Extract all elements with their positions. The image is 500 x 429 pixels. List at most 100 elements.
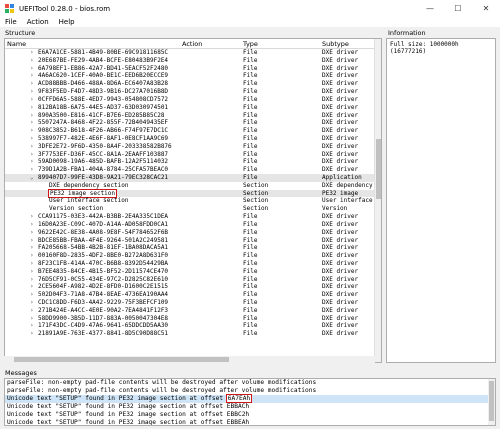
tree-row[interactable]: › 538997F7-482E-4E6F-8AF1-0E8CF1AA9C69 Fil…	[5, 135, 381, 143]
message-item[interactable]: parseFile: non-empty pad-file contents w…	[5, 379, 495, 387]
minimize-button[interactable]: —	[416, 0, 444, 17]
tree-row[interactable]: › ACD88BBB-D466-488A-8D6A-EC6407A83B28 Fil…	[5, 80, 381, 88]
expand-arrow-icon[interactable]: ›	[30, 315, 34, 323]
expand-arrow-icon[interactable]: ›	[30, 330, 34, 338]
tree-row[interactable]: › 58DD9900-3B5D-11D7-883A-0050047304E8 Fil…	[5, 315, 381, 323]
expand-arrow-icon[interactable]: ›	[30, 237, 34, 245]
expand-arrow-icon[interactable]: ›	[30, 127, 34, 135]
tree-row-type: File	[243, 322, 258, 330]
collapse-arrow-icon[interactable]: ⌄	[30, 174, 34, 182]
column-action[interactable]: Action	[182, 40, 202, 48]
expand-arrow-icon[interactable]: ›	[30, 260, 34, 268]
column-name[interactable]: Name	[7, 40, 26, 48]
expand-arrow-icon[interactable]: ›	[30, 135, 34, 143]
tree-row[interactable]: › 890A3500-E816-41CF-B7E6-ED285B85C28 File…	[5, 112, 381, 120]
tree-row-name: 2CE5604F-A982-4D2E-8FD0-D1600C2E1515	[38, 283, 169, 291]
tree-row[interactable]: › 20E687BE-FE29-4AB4-BCFE-E80483B9F2E4 Fil…	[5, 57, 381, 65]
maximize-button[interactable]: ☐	[444, 0, 472, 17]
expand-arrow-icon[interactable]: ›	[30, 283, 34, 291]
message-item[interactable]: Unicode text "SETUP" found in PE32 image…	[5, 419, 495, 425]
menu-action[interactable]: Action	[27, 18, 49, 26]
tree-row-subtype: DXE driver	[322, 142, 359, 150]
tree-row[interactable]: › 00160F8D-2835-4DF2-8BE0-B272A8D631F0 Fil…	[5, 252, 381, 260]
column-type[interactable]: Type	[243, 40, 258, 48]
expand-arrow-icon[interactable]: ›	[30, 299, 34, 307]
tree-horizontal-scrollbar[interactable]	[4, 356, 375, 363]
expand-arrow-icon[interactable]: ›	[30, 80, 34, 88]
messages-scrollbar[interactable]	[488, 379, 495, 425]
expand-arrow-icon[interactable]: ›	[30, 276, 34, 284]
tree-row[interactable]: › BDCE85BB-FBAA-4F4E-9264-501A2C249581 Fil…	[5, 237, 381, 245]
tree-row[interactable]: › 908C3852-B618-4F26-AB66-F74F97E7DC1C Fil…	[5, 127, 381, 135]
tree-row-name: 5507247A-8468-4F22-855F-72B4049435EF	[38, 119, 169, 127]
expand-arrow-icon[interactable]: ›	[30, 268, 34, 276]
close-button[interactable]: ✕	[472, 0, 500, 17]
tree-row[interactable]: › 8F23C1FB-414A-470C-B6B8-8392D54429BA Fil…	[5, 260, 381, 268]
expand-arrow-icon[interactable]: ›	[30, 307, 34, 315]
message-text: parseFile: non-empty pad-file contents w…	[7, 387, 317, 394]
tree-row[interactable]: › 59AD0098-19A6-485D-BAFB-12A2F5114032 Fil…	[5, 158, 381, 166]
tree-row[interactable]: › 6A798EF1-EB86-42A7-BD41-5EACF52F2480 Fil…	[5, 65, 381, 73]
tree-row[interactable]: › 9F83F5ED-F4D7-48D3-9B16-DC27A7016B8D Fil…	[5, 88, 381, 96]
expand-arrow-icon[interactable]: ›	[30, 291, 34, 299]
expand-arrow-icon[interactable]: ›	[30, 252, 34, 260]
tree-row[interactable]: › E6A7A1CE-5881-4B49-80BE-69C91811685C Fil…	[5, 49, 381, 57]
tree-row[interactable]: › B7EE4835-84CE-4B15-BF52-2D11574CE470 Fil…	[5, 268, 381, 276]
tree-row[interactable]: › 271B424E-A4CC-4E0E-90A2-7EA4841F12F3 Fil…	[5, 307, 381, 315]
menu-help[interactable]: Help	[59, 18, 75, 26]
tree-row[interactable]: › 5507247A-8468-4F22-855F-72B4049435EF Fil…	[5, 119, 381, 127]
tree-row[interactable]: › 739D1A2B-FBA1-404A-8784-25CFA57BEAC0 Fil…	[5, 166, 381, 174]
menu-file[interactable]: File	[5, 18, 17, 26]
tree-row[interactable]: › 2CE5604F-A982-4D2E-8FD0-D1600C2E1515 Fil…	[5, 283, 381, 291]
tree-row[interactable]: › 171F43DC-C4D9-47A6-9641-65DDCDD5AA30 Fil…	[5, 322, 381, 330]
expand-arrow-icon[interactable]: ›	[30, 72, 34, 80]
message-item[interactable]: Unicode text "SETUP" found in PE32 image…	[5, 411, 495, 419]
expand-arrow-icon[interactable]: ›	[30, 119, 34, 127]
expand-arrow-icon[interactable]: ›	[30, 244, 34, 252]
tree-row-subtype: DXE driver	[322, 88, 359, 96]
tree-row-subtype: DXE driver	[322, 306, 359, 314]
expand-arrow-icon[interactable]: ›	[30, 65, 34, 73]
tree-row-subtype: DXE driver	[322, 150, 359, 158]
expand-arrow-icon[interactable]: ›	[30, 166, 34, 174]
tree-row[interactable]: › 812BA18B-6A75-44E5-AD37-63D030974501 Fil…	[5, 104, 381, 112]
tree-row[interactable]: › FA205668-54BB-4B2B-81EF-1BA08DACA5A1 Fil…	[5, 244, 381, 252]
expand-arrow-icon[interactable]: ›	[30, 49, 34, 57]
expand-arrow-icon[interactable]: ›	[30, 96, 34, 104]
tree-row[interactable]: › 502D04F3-71A8-47B4-8EAE-4736EA190AA4 Fil…	[5, 291, 381, 299]
column-subtype[interactable]: Subtype	[322, 40, 349, 48]
tree-row[interactable]: › 4A6AC620-1CEF-40A0-BE1C-EED6B20ECCE9 Fil…	[5, 72, 381, 80]
expand-arrow-icon[interactable]: ›	[30, 143, 34, 151]
tree-row[interactable]: ⌄ 899407D7-99FE-43D8-9A21-79EC328CAC21 Fil…	[5, 174, 381, 182]
tree-row[interactable]: › 76D5CF91-0C55-434E-97C2-D2825C82E610 Fil…	[5, 276, 381, 284]
tree-row[interactable]: User interface section Section User interf…	[5, 197, 381, 205]
message-item[interactable]: Unicode text "SETUP" found in PE32 image…	[5, 403, 495, 411]
message-item[interactable]: Unicode text "SETUP" found in PE32 image…	[5, 394, 495, 403]
tree-row[interactable]: › CCA91175-03E3-442A-B3BB-2E4A335C1DEA Fil…	[5, 213, 381, 221]
tree-row[interactable]: › 3DFE2E72-9F6D-4350-8A4F-203338582B876 Fi…	[5, 143, 381, 151]
message-item[interactable]: parseFile: non-empty pad-file contents w…	[5, 387, 495, 395]
expand-arrow-icon[interactable]: ›	[30, 213, 34, 221]
expand-arrow-icon[interactable]: ›	[30, 158, 34, 166]
tree-row[interactable]: › 16D0A23E-C09C-407D-A14A-AD058FDD0CA1 Fil…	[5, 221, 381, 229]
expand-arrow-icon[interactable]: ›	[30, 104, 34, 112]
tree-row[interactable]: Version section Section Version	[5, 205, 381, 213]
tree-row[interactable]: DXE dependency section Section DXE depende…	[5, 182, 381, 190]
expand-arrow-icon[interactable]: ›	[30, 229, 34, 237]
tree-row[interactable]: › 0CFFD6A5-588E-4ED7-9943-054808CD7572 Fil…	[5, 96, 381, 104]
tree-row-type: File	[243, 228, 258, 236]
expand-arrow-icon[interactable]: ›	[30, 151, 34, 159]
tree-row[interactable]: › 9622E42C-8E38-4A08-9E8F-54F784652F6B Fil…	[5, 229, 381, 237]
structure-tree[interactable]: Name Action Type Subtype › E6A7A1CE-5881-…	[4, 38, 382, 363]
tree-vertical-scrollbar[interactable]	[374, 39, 381, 362]
tree-row[interactable]: PE32 image section Section PE32 image	[5, 188, 381, 199]
tree-row[interactable]: › CDC1C8DD-F6D3-4A42-9229-75F3BEFCF109 Fil…	[5, 299, 381, 307]
tree-row[interactable]: › 3F7753EF-D36F-45CC-8A1A-2EAAFF103887 Fil…	[5, 151, 381, 159]
expand-arrow-icon[interactable]: ›	[30, 57, 34, 65]
expand-arrow-icon[interactable]: ›	[30, 88, 34, 96]
expand-arrow-icon[interactable]: ›	[30, 322, 34, 330]
expand-arrow-icon[interactable]: ›	[30, 112, 34, 120]
messages-list[interactable]: parseFile: non-empty pad-file contents w…	[4, 378, 496, 426]
expand-arrow-icon[interactable]: ›	[30, 221, 34, 229]
tree-row[interactable]: › 21891A9E-763E-4377-8841-8D5C90D88C51 Fil…	[5, 330, 381, 338]
